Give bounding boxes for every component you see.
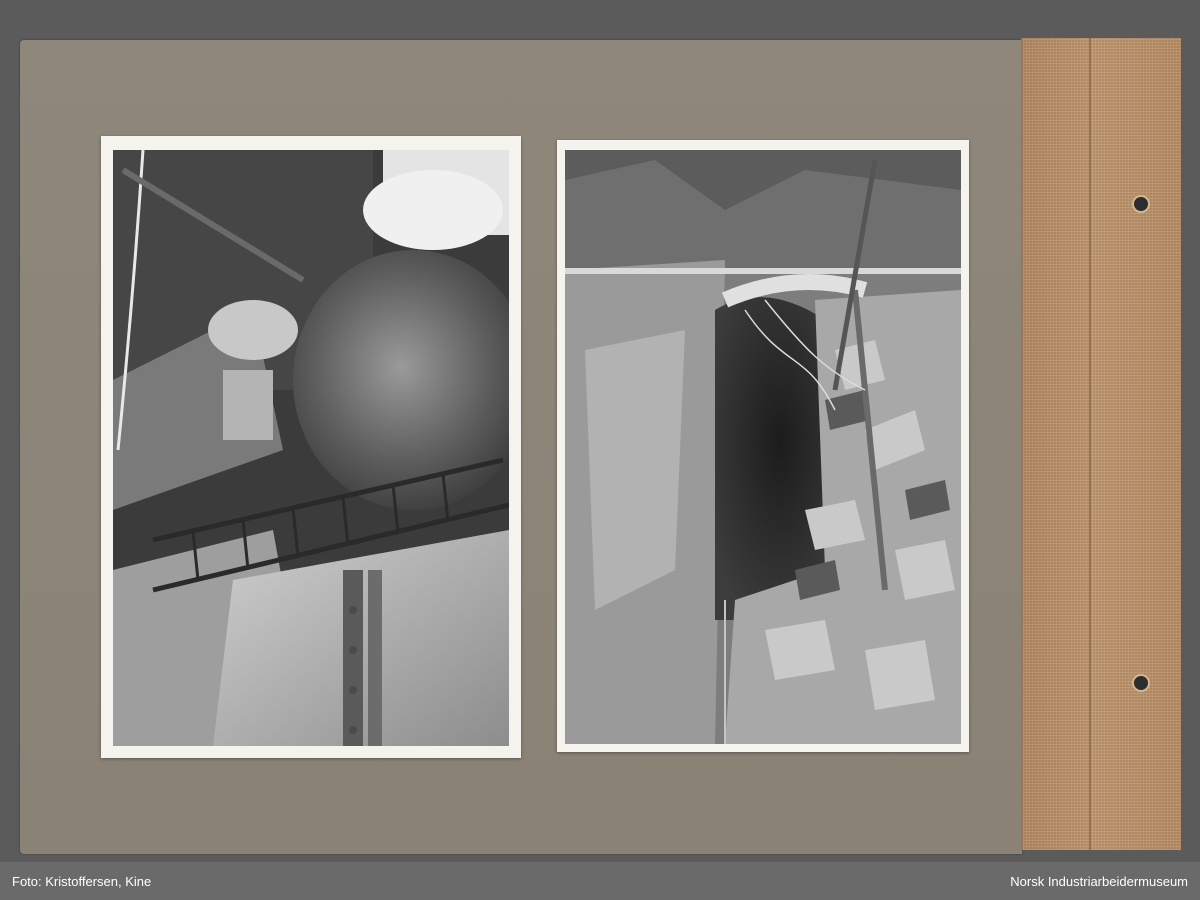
photo-right[interactable] xyxy=(565,150,961,744)
album-spine xyxy=(1021,38,1181,850)
binder-hole-top xyxy=(1132,195,1150,213)
photo-left[interactable] xyxy=(113,150,509,746)
photo-left-frame xyxy=(101,136,521,758)
photo-right-frame xyxy=(557,140,969,752)
photographer-credit: Foto: Kristoffersen, Kine xyxy=(12,874,152,889)
caption-bar: Foto: Kristoffersen, Kine Norsk Industri… xyxy=(0,862,1200,900)
binder-hole-bottom xyxy=(1132,674,1150,692)
museum-credit: Norsk Industriarbeidermuseum xyxy=(1010,874,1188,889)
spine-fold xyxy=(1089,38,1091,850)
